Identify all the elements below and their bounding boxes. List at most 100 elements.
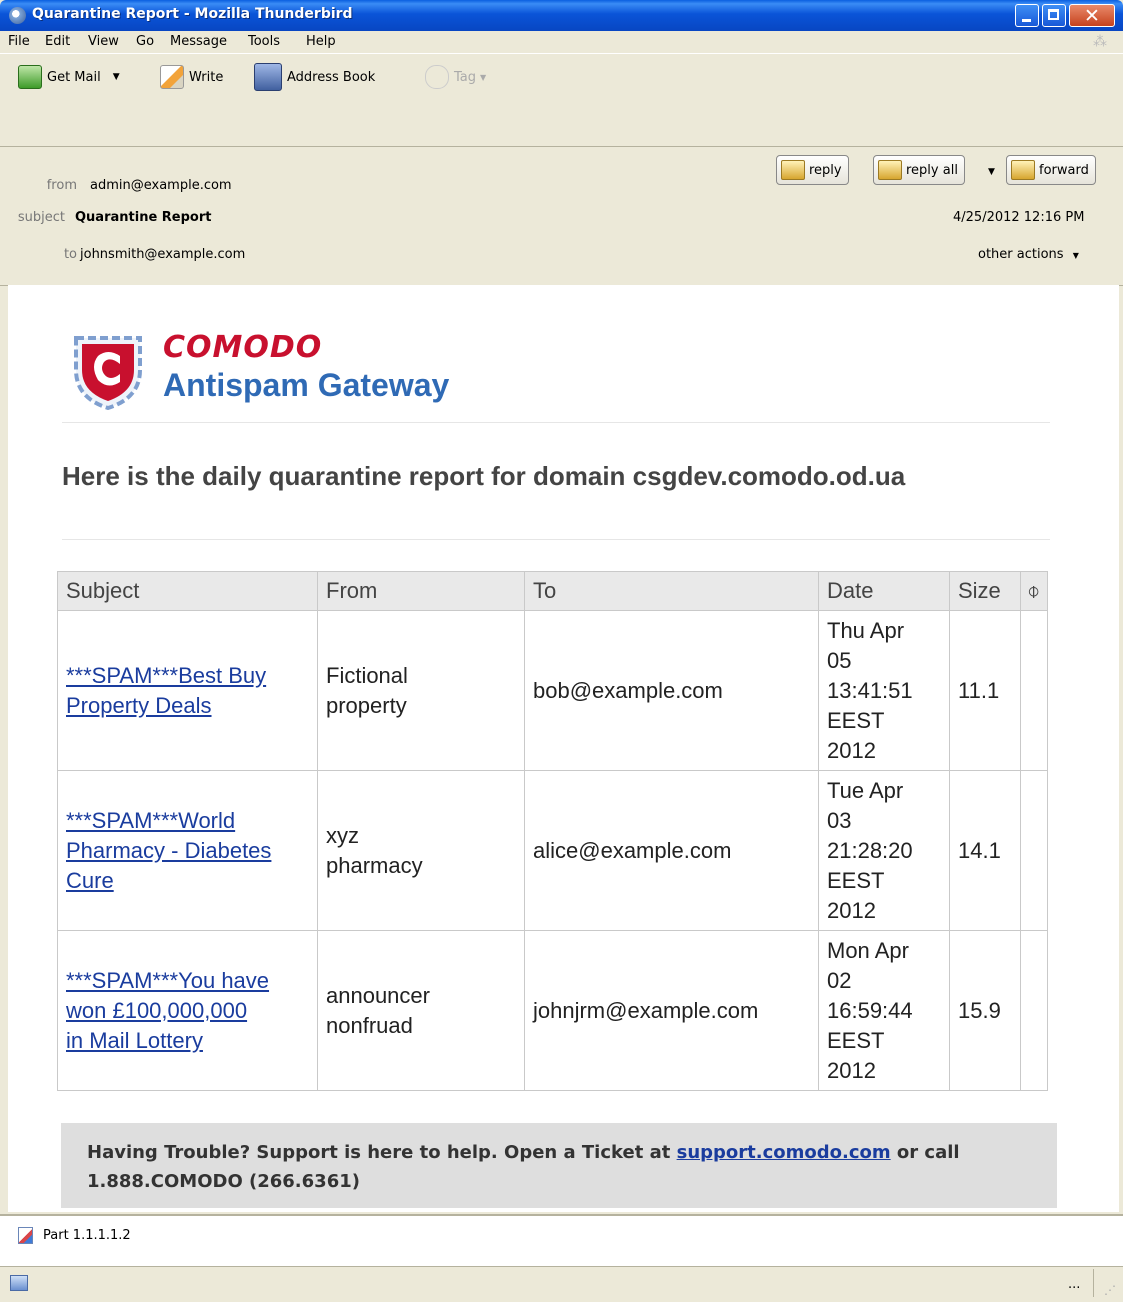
attachment-name: Part 1.1.1.1.2 [43,1228,131,1243]
other-actions-button[interactable]: other actions ▼ [978,247,1079,262]
from-cell: announcer nonfruad [317,930,525,1091]
reply-all-label: reply all [906,162,958,178]
forward-icon [1011,160,1035,180]
menu-tools[interactable]: Tools [248,34,280,49]
menu-message[interactable]: Message [170,34,227,49]
attachment-pane: Part 1.1.1.1.2 [0,1214,1123,1268]
window-title: Quarantine Report - Mozilla Thunderbird [32,6,353,22]
reply-all-icon [878,160,902,180]
table-row: ***SPAM***World Pharmacy - Diabetes Cure … [57,770,1048,931]
title-bar: Quarantine Report - Mozilla Thunderbird … [0,0,1123,31]
brand-name: COMODO [163,330,323,365]
reply-all-dropdown-icon[interactable]: ▼ [988,167,995,177]
support-link[interactable]: support.comodo.com [677,1142,891,1163]
from-cell: xyz pharmacy [317,770,525,931]
attachment-cell [1020,610,1048,771]
close-button[interactable]: ✕ [1069,4,1115,27]
quarantine-table: Subject From To Date Size ⌽ ***SPAM***Be… [57,571,1048,1091]
to-cell: bob@example.com [524,610,819,771]
to-value[interactable]: johnsmith@example.com [80,247,245,262]
size-cell: 15.9 [949,930,1021,1091]
activity-throbber-icon: ⁂ [1093,34,1107,50]
menu-file[interactable]: File [8,34,30,49]
spam-subject-link[interactable]: ***SPAM***You have won £100,000,000 in Mai… [66,968,269,1053]
menu-bar: File Edit View Go Message Tools Help ⁂ [0,31,1123,53]
status-text: ... [1068,1277,1081,1292]
subject-label: subject [17,210,65,225]
menu-go[interactable]: Go [136,34,154,49]
divider [62,539,1050,540]
from-label: from [46,178,77,193]
status-bar: ... ⋰ [0,1266,1123,1302]
subject-value: Quarantine Report [75,210,212,225]
spam-subject-link[interactable]: ***SPAM***Best Buy Property Deals [66,663,266,718]
reply-button[interactable]: reply [776,155,849,185]
other-actions-label: other actions [978,247,1064,262]
online-status-icon[interactable] [10,1275,28,1291]
divider [62,422,1050,423]
date-cell: Thu Apr 05 13:41:51 EEST 2012 [818,610,950,771]
forward-button[interactable]: forward [1006,155,1096,185]
forward-label: forward [1039,162,1089,178]
thunderbird-window: Quarantine Report - Mozilla Thunderbird … [0,0,1123,1302]
subject-cell: ***SPAM***Best Buy Property Deals [57,610,318,771]
menu-help[interactable]: Help [306,34,336,49]
address-book-button[interactable]: Address Book [254,63,376,91]
date-cell: Tue Apr 03 21:28:20 EEST 2012 [818,770,950,931]
to-cell: alice@example.com [524,770,819,931]
attachment-item[interactable]: Part 1.1.1.1.2 [18,1227,131,1244]
column-header-subject: Subject [57,571,318,611]
support-phone: 1.888.COMODO (266.6361) [87,1171,360,1192]
date-cell: Mon Apr 02 16:59:44 EEST 2012 [818,930,950,1091]
support-text: Having Trouble? Support is here to help.… [87,1142,677,1163]
size-cell: 11.1 [949,610,1021,771]
tag-icon [425,65,449,89]
support-banner: Having Trouble? Support is here to help.… [61,1123,1057,1208]
write-button[interactable]: Write [160,64,223,90]
tag-button[interactable]: Tag ▼ [425,64,486,90]
message-header: from admin@example.com subject Quarantin… [0,146,1123,286]
table-row: ***SPAM***Best Buy Property Deals Fiction… [57,610,1048,771]
from-cell: Fictional property [317,610,525,771]
column-header-to: To [524,571,819,611]
subject-cell: ***SPAM***You have won £100,000,000 in Mai… [57,930,318,1091]
to-label: to [63,247,77,262]
reply-icon [781,160,805,180]
get-mail-label: Get Mail [47,69,101,85]
message-date: 4/25/2012 12:16 PM [953,210,1085,225]
thunderbird-icon [9,7,26,24]
resize-grip-icon[interactable]: ⋰ [1104,1283,1116,1297]
address-book-icon [254,63,282,91]
support-text-call: or call [890,1142,960,1163]
subject-cell: ***SPAM***World Pharmacy - Diabetes Cure [57,770,318,931]
message-body: COMODO Antispam Gateway Here is the dail… [8,285,1119,1212]
table-header-row: Subject From To Date Size ⌽ [57,571,1048,611]
to-cell: johnjrm@example.com [524,930,819,1091]
spam-subject-link[interactable]: ***SPAM***World Pharmacy - Diabetes Cure [66,808,271,893]
report-headline: Here is the daily quarantine report for … [62,461,906,491]
column-header-from: From [317,571,525,611]
minimize-button[interactable] [1015,4,1039,27]
write-label: Write [189,69,224,85]
comodo-shield-logo [74,336,142,410]
get-mail-icon [18,65,42,89]
menu-view[interactable]: View [88,34,119,49]
attachment-column-icon: ⌽ [1020,571,1048,611]
maximize-button[interactable] [1042,4,1066,27]
address-book-label: Address Book [287,69,376,85]
tag-label: Tag [454,69,477,85]
attachment-cell [1020,930,1048,1091]
menu-edit[interactable]: Edit [45,34,70,49]
write-icon [160,65,184,89]
attachment-file-icon [18,1227,33,1244]
reply-label: reply [809,162,842,178]
table-row: ***SPAM***You have won £100,000,000 in Mai… [57,930,1048,1091]
reply-all-button[interactable]: reply all [873,155,965,185]
get-mail-button[interactable]: Get Mail ▼ [18,64,120,90]
close-icon: ✕ [1084,5,1100,27]
get-mail-dropdown-icon[interactable]: ▼ [113,72,120,82]
brand-product: Antispam Gateway [163,367,450,403]
tag-dropdown-icon: ▼ [480,72,487,82]
other-actions-dropdown-icon: ▼ [1072,251,1079,260]
from-value[interactable]: admin@example.com [90,178,232,193]
